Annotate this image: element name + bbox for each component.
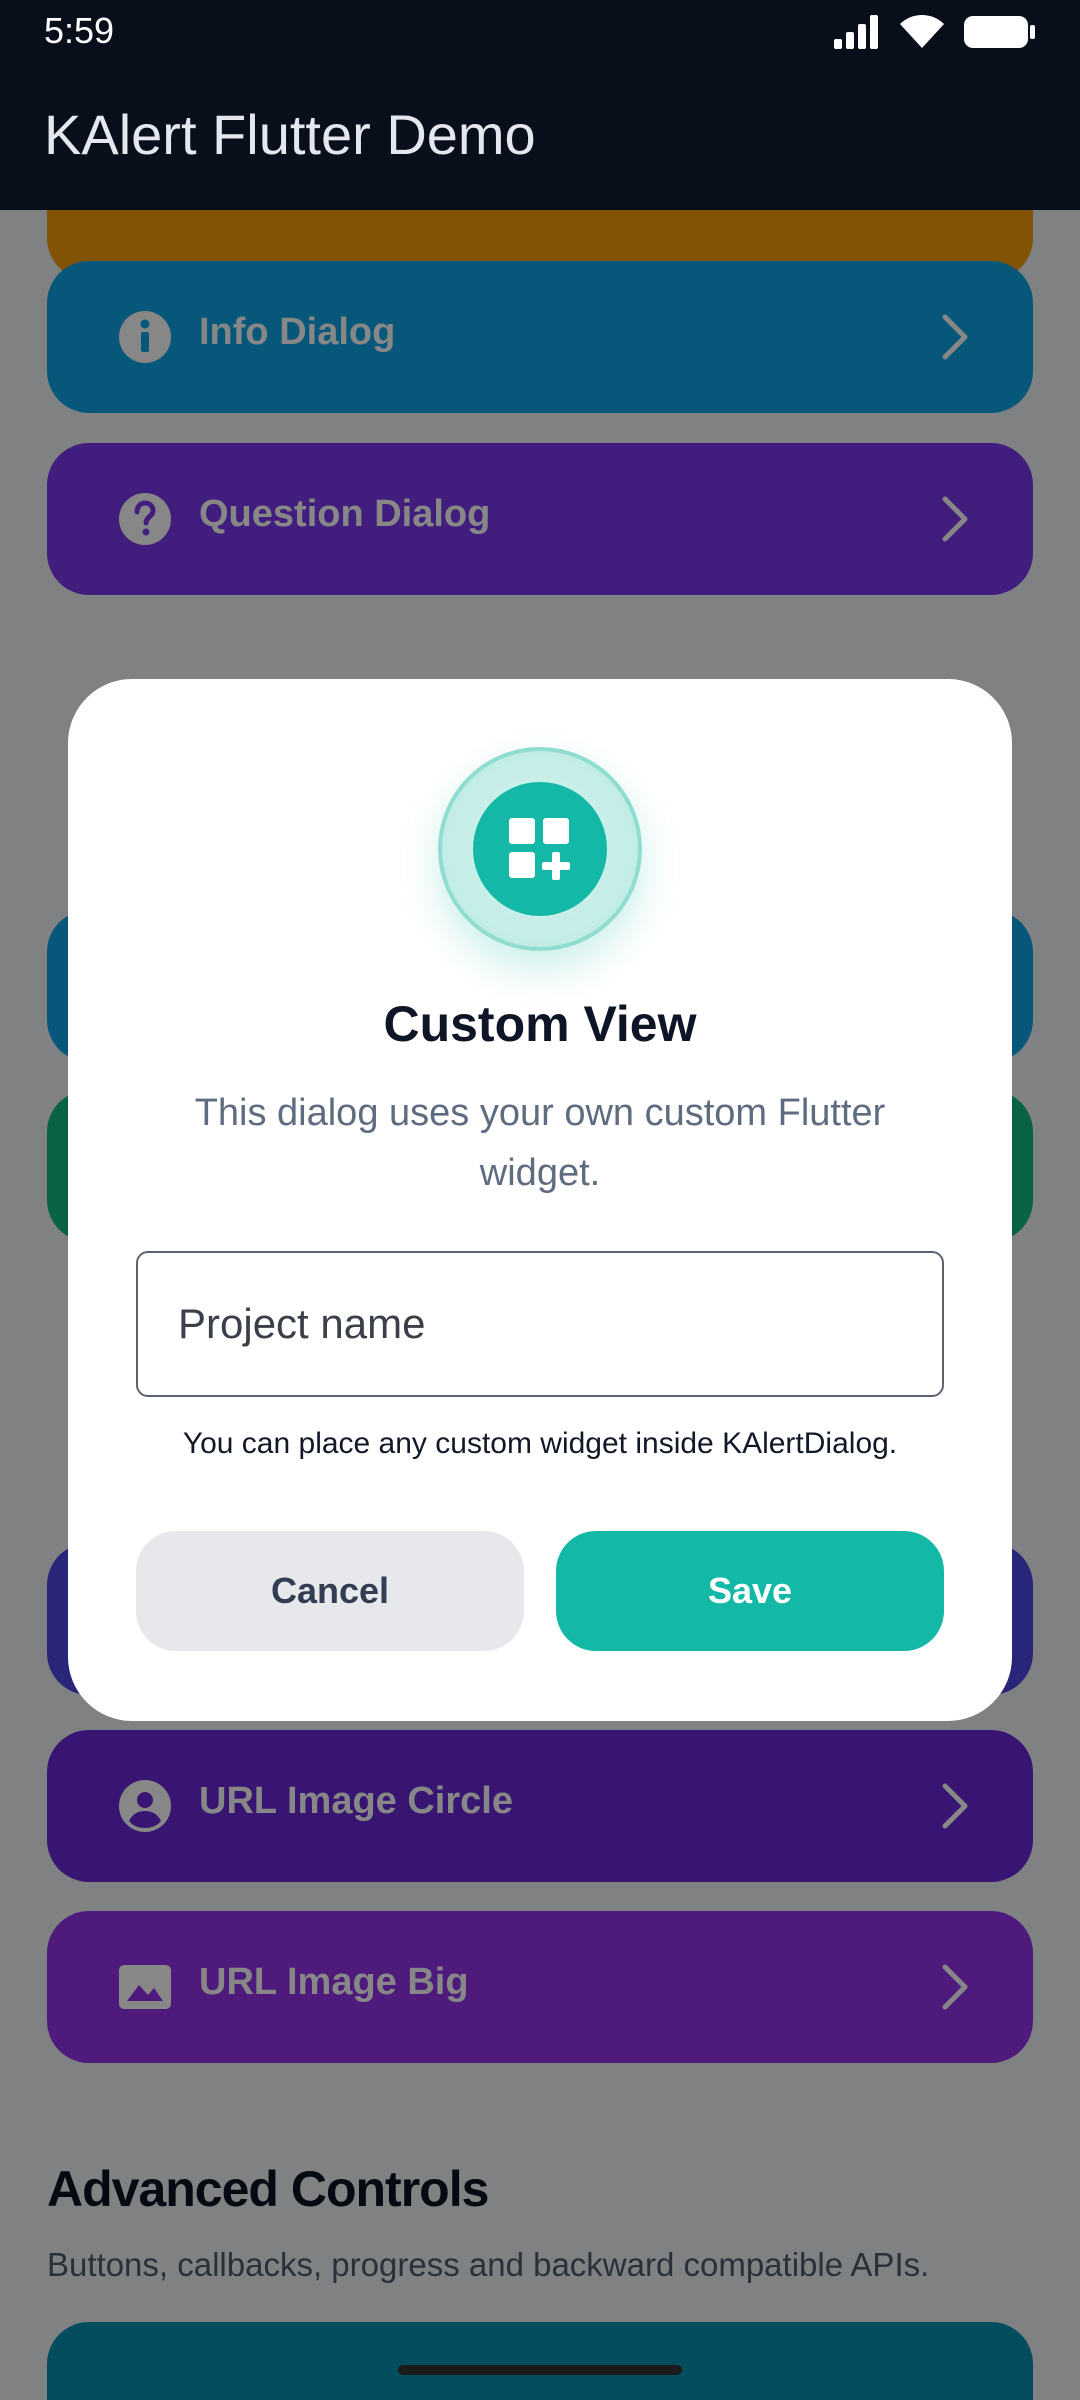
dialog-helper-text: You can place any custom widget inside K…	[182, 1427, 898, 1460]
dialog-title: Custom View	[383, 996, 697, 1052]
status-time: 5:59	[44, 10, 115, 51]
battery-icon	[964, 16, 1035, 48]
widgets-add-icon	[509, 818, 570, 880]
dialog-message: This dialog uses your own custom Flutter…	[194, 1092, 886, 1194]
status-bar: 5:59	[0, 0, 1080, 62]
dialog-icon-circle	[473, 782, 607, 916]
project-name-input[interactable]	[136, 1251, 944, 1397]
app-title: KAlert Flutter Demo	[44, 103, 536, 166]
custom-view-dialog: Custom View This dialog uses your own cu…	[68, 679, 1012, 1721]
signal-icon	[834, 15, 878, 49]
save-button[interactable]: Save	[556, 1531, 944, 1651]
dialog-icon-halo	[438, 747, 642, 951]
wifi-icon	[900, 15, 944, 48]
home-indicator[interactable]	[398, 2365, 682, 2375]
status-icons	[834, 12, 1036, 52]
app-bar: KAlert Flutter Demo	[0, 62, 1080, 210]
cancel-button[interactable]: Cancel	[136, 1531, 524, 1651]
